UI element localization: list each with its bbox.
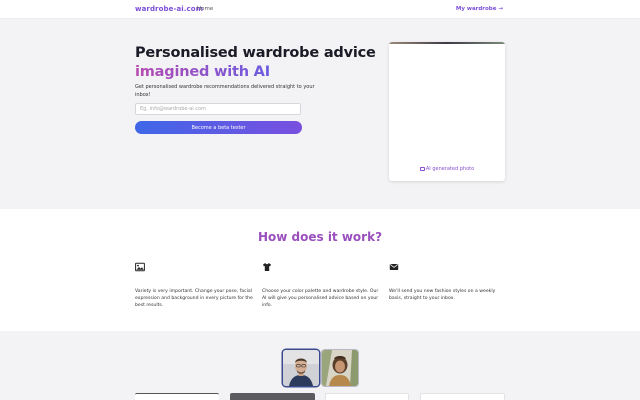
hero-title-line2: imagined with AI — [135, 64, 270, 80]
hero-subtitle: Get personalised wardrobe recommendation… — [135, 84, 315, 98]
photo-card-image-edge — [389, 42, 505, 44]
image-icon — [135, 262, 145, 272]
nav-link-my-wardrobe[interactable]: My wardrobe → — [456, 6, 503, 12]
hero-section: Personalised wardrobe advice imagined wi… — [0, 19, 640, 209]
email-input[interactable] — [135, 103, 301, 115]
step-1-text: Variety is very important. Change your p… — [135, 289, 253, 308]
gallery-card-3 — [325, 393, 409, 400]
envelope-icon — [389, 264, 399, 270]
nav-link-home[interactable]: Home — [197, 6, 213, 12]
step-3-text: We'll send you new fashion styles on a w… — [389, 289, 496, 301]
photo-caption: AI generated photo — [389, 166, 505, 172]
photo-icon — [419, 166, 425, 171]
person-2-photo — [322, 350, 358, 386]
tshirt-icon — [263, 263, 271, 271]
example-person-2-thumbnail[interactable] — [322, 350, 358, 386]
gallery-card-1 — [135, 393, 219, 400]
gallery-card-4 — [420, 393, 505, 400]
ai-generated-photo-card: AI generated photo — [389, 42, 505, 181]
top-navigation-bar: wardrobe-ai.com Home My wardrobe → — [0, 0, 640, 19]
step-2-text: Choose your color palette and wardrobe s… — [262, 289, 379, 308]
example-gallery-section — [0, 331, 640, 400]
person-1-photo — [283, 350, 319, 386]
brand-logo-link[interactable]: wardrobe-ai.com — [135, 5, 203, 13]
how-it-works-section: How does it work? Variety is very import… — [0, 209, 640, 331]
gallery-card-2 — [230, 393, 315, 400]
how-it-works-title: How does it work? — [257, 230, 383, 244]
photo-caption-text: AI generated photo — [425, 166, 475, 172]
hero-title-line1: Personalised wardrobe advice — [135, 45, 376, 61]
become-beta-tester-button[interactable]: Become a beta tester — [135, 121, 302, 134]
example-person-1-thumbnail[interactable] — [283, 350, 319, 386]
